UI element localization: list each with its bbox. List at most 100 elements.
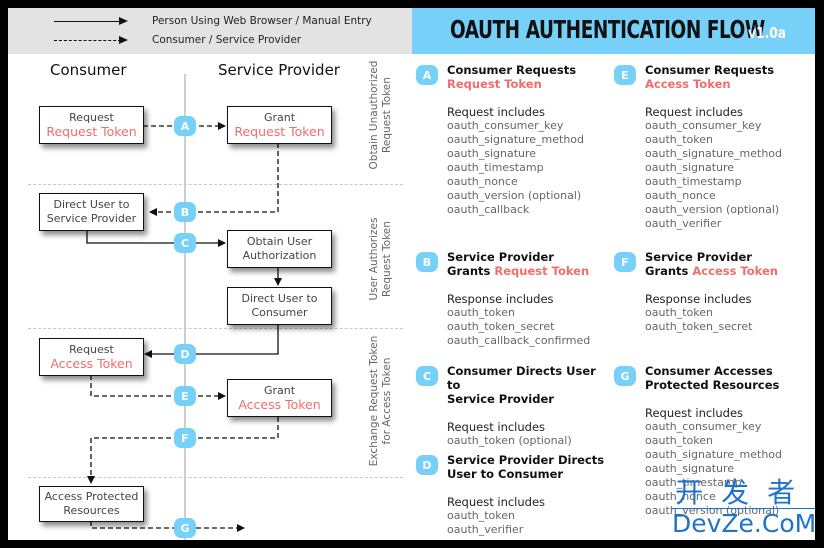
flow-diagram: Consumer Service Provider Obtain Unautho… <box>8 54 412 540</box>
detail-title-line2: Grants Access Token <box>645 264 804 278</box>
param-item: oauth_signature <box>645 462 735 475</box>
detail-heading: Consumer Accesses Protected Resources <box>645 364 804 392</box>
detail-heading: Service Provider Grants Request Token <box>447 250 606 278</box>
step-badge-d: D <box>416 455 438 475</box>
box-request-access-token: Request Access Token <box>39 338 144 376</box>
step-badge-e: E <box>174 386 196 406</box>
detail-heading: Consumer Requests Request Token <box>447 63 606 91</box>
param-list: oauth_token oauth_verifier <box>447 509 606 537</box>
step-badge-e: E <box>614 65 636 85</box>
detail-title-part: Grants <box>645 264 693 278</box>
box-token-label: Access Token <box>50 356 133 371</box>
step-details: A Consumer Requests Request Token Reques… <box>412 54 815 540</box>
param-item: oauth_nonce <box>447 175 518 188</box>
detail-token: Request Token <box>494 264 590 278</box>
param-item: oauth_token_secret <box>645 320 753 333</box>
detail-heading: Consumer Directs User to Service Provide… <box>447 364 606 406</box>
param-item: oauth_token <box>645 434 713 447</box>
detail-heading: Service Provider Grants Access Token <box>645 250 804 278</box>
detail-c: C Consumer Directs User to Service Provi… <box>416 364 606 448</box>
detail-token: Access Token <box>645 77 731 91</box>
detail-title: Service Provider <box>447 250 554 264</box>
box-token-label: Request Token <box>46 124 137 139</box>
arrow-g <box>90 521 245 532</box>
watermark-cn: 开发者 <box>675 476 814 509</box>
box-token-label: Request Token <box>234 124 325 139</box>
param-item: oauth_signature_method <box>645 448 783 461</box>
legend: Person Using Web Browser / Manual Entry … <box>8 8 412 54</box>
detail-subheading: Request includes <box>447 105 546 119</box>
param-item: oauth_verifier <box>645 217 722 230</box>
detail-title: Consumer Requests <box>645 63 775 77</box>
box-grant-request-token: Grant Request Token <box>227 106 332 144</box>
box-line: Grant <box>263 111 296 124</box>
box-line: Service Provider <box>46 212 137 225</box>
detail-title-line2: Protected Resources <box>645 378 780 392</box>
legend-dashed-label: Consumer / Service Provider <box>152 34 302 46</box>
detail-token: Access Token <box>692 264 778 278</box>
detail-subheading: Response includes <box>447 292 554 306</box>
param-item: oauth_timestamp <box>447 161 544 174</box>
param-item: oauth_callback <box>447 203 530 216</box>
param-item: oauth_callback_confirmed <box>447 334 591 347</box>
param-item: oauth_timestamp <box>645 175 742 188</box>
param-item: oauth_nonce <box>645 189 716 202</box>
arrow-d <box>144 324 279 358</box>
detail-title: Consumer Accesses <box>645 364 773 378</box>
detail-subheading: Request includes <box>645 406 744 420</box>
box-line: Authorization <box>242 249 317 262</box>
detail-heading: Service Provider Directs User to Consume… <box>447 453 606 481</box>
param-item: oauth_token_secret <box>447 320 555 333</box>
box-line: Access Protected <box>44 490 139 503</box>
box-line: Direct User to <box>53 198 130 211</box>
box-direct-user-to-sp: Direct User to Service Provider <box>39 193 144 231</box>
param-item: oauth_token (optional) <box>447 434 572 447</box>
box-line: Consumer <box>251 306 308 319</box>
detail-title: Consumer Requests <box>447 63 577 77</box>
param-item: oauth_signature_method <box>645 147 783 160</box>
param-item: oauth_version (optional) <box>645 203 780 216</box>
step-badge-a: A <box>174 116 196 136</box>
step-badge-g: G <box>174 518 196 538</box>
param-item: oauth_verifier <box>447 523 524 536</box>
detail-subheading: Request includes <box>447 495 546 509</box>
box-line: Obtain User <box>246 235 313 248</box>
detail-token: Request Token <box>447 77 542 91</box>
param-item: oauth_token <box>447 306 515 319</box>
step-badge-b: B <box>174 202 196 222</box>
param-list: oauth_token (optional) <box>447 434 606 448</box>
box-line: Request <box>69 111 114 124</box>
detail-a: A Consumer Requests Request Token Reques… <box>416 63 606 217</box>
param-item: oauth_token <box>447 509 515 522</box>
arrow-e <box>90 375 226 400</box>
oauth-flow-infographic: Person Using Web Browser / Manual Entry … <box>8 8 815 540</box>
param-item: oauth_consumer_key <box>645 420 762 433</box>
legend-solid-label: Person Using Web Browser / Manual Entry <box>152 15 372 27</box>
step-badge-c: C <box>174 233 196 253</box>
step-badge-c: C <box>416 366 438 386</box>
param-list: oauth_consumer_key oauth_signature_method… <box>447 119 606 217</box>
step-badge-g: G <box>614 366 636 386</box>
param-item: oauth_token <box>645 133 713 146</box>
solid-arrow-icon <box>54 16 128 25</box>
param-item: oauth_signature <box>447 147 537 160</box>
detail-heading: Consumer Requests Access Token <box>645 63 804 91</box>
detail-title: Service Provider Directs <box>447 453 605 467</box>
detail-subheading: Request includes <box>645 105 744 119</box>
param-item: oauth_version (optional) <box>447 189 582 202</box>
legend-solid: Person Using Web Browser / Manual Entry <box>54 14 372 28</box>
box-token-label: Access Token <box>238 397 321 412</box>
box-grant-access-token: Grant Access Token <box>227 379 332 417</box>
param-list: oauth_consumer_key oauth_token oauth_signa… <box>645 119 804 231</box>
box-line: Grant <box>263 384 296 397</box>
box-access-protected-resources: Access Protected Resources <box>39 486 144 522</box>
step-badge-a: A <box>416 65 438 85</box>
detail-title-line2: User to Consumer <box>447 467 564 481</box>
param-item: oauth_signature_method <box>447 133 585 146</box>
detail-subheading: Request includes <box>447 420 546 434</box>
param-list: oauth_token oauth_token_secret <box>645 306 804 334</box>
param-item: oauth_consumer_key <box>447 119 564 132</box>
box-obtain-user-authorization: Obtain User Authorization <box>227 230 332 268</box>
detail-title-line2: Grants Request Token <box>447 264 606 278</box>
detail-title: Consumer Directs User to <box>447 364 596 392</box>
